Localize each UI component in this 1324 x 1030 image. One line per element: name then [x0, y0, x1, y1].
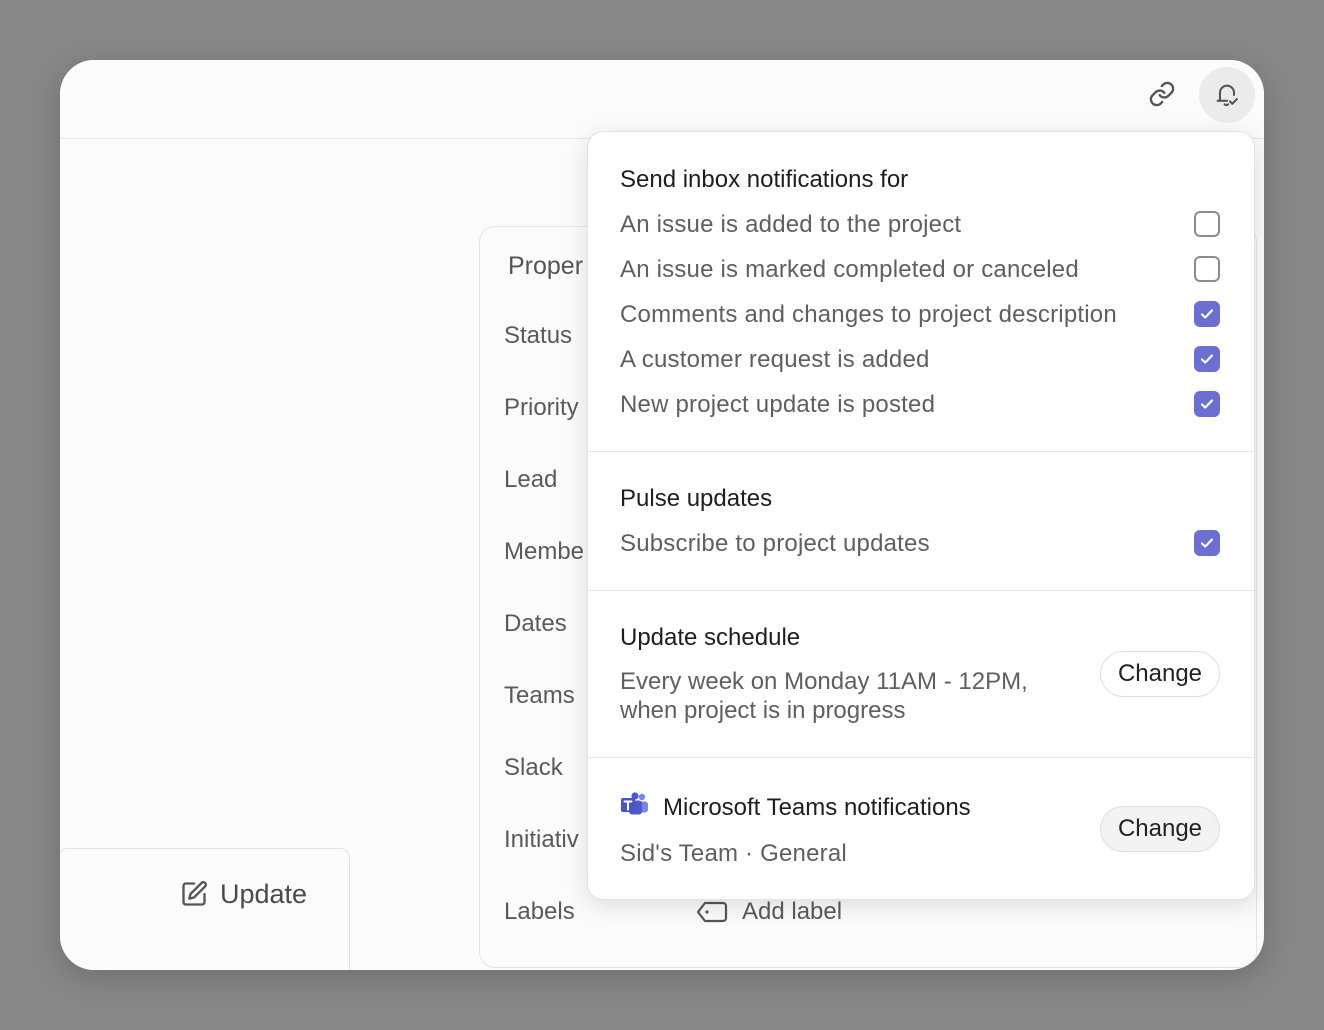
property-slack-label: Slack: [504, 754, 563, 781]
project-update-checkbox[interactable]: [1194, 391, 1220, 417]
inbox-notifications-title: Send inbox notifications for: [620, 166, 909, 193]
tag-icon: [696, 901, 728, 923]
property-teams-label: Teams: [504, 682, 575, 709]
issue-added-checkbox[interactable]: [1194, 211, 1220, 237]
checkmark-icon: [1200, 538, 1214, 548]
change-teams-button[interactable]: Change: [1100, 806, 1220, 852]
link-icon: [1149, 81, 1175, 107]
issue-completed-checkbox[interactable]: [1194, 256, 1220, 282]
compose-icon: [182, 881, 207, 906]
pulse-updates-title: Pulse updates: [620, 485, 773, 512]
notifications-button[interactable]: [1199, 67, 1255, 123]
section-divider: [588, 451, 1254, 452]
inbox-option-issue-completed: An issue is marked completed or canceled: [620, 256, 1079, 283]
inbox-option-project-update: New project update is posted: [620, 391, 936, 418]
add-label-text: Add label: [742, 898, 843, 925]
description-changes-checkbox[interactable]: [1194, 301, 1220, 327]
pulse-subscribe-checkbox[interactable]: [1194, 530, 1220, 556]
change-schedule-button[interactable]: Change: [1100, 651, 1220, 697]
property-members-label: Membe: [504, 538, 585, 565]
notification-settings-popover: Send inbox notifications for An issue is…: [587, 131, 1255, 900]
schedule-line-2: when project is in progress: [620, 697, 906, 724]
update-schedule-description: Every week on Monday 11AM - 12PM, when p…: [620, 667, 1080, 725]
update-label: Update: [220, 878, 308, 909]
schedule-line-1: Every week on Monday 11AM - 12PM,: [620, 668, 1028, 695]
project-window: Update Proper Status Priority Lead Membe…: [60, 60, 1264, 970]
inbox-option-description-changes: Comments and changes to project descript…: [620, 301, 1117, 328]
property-dates-label: Dates: [504, 610, 567, 637]
properties-title: Proper: [508, 252, 584, 280]
teams-channel-text: Sid's Team · General: [620, 840, 847, 867]
section-divider: [588, 590, 1254, 591]
property-priority-label: Priority: [504, 394, 579, 421]
property-lead-label: Lead: [504, 466, 558, 493]
bell-check-icon: [1216, 84, 1238, 107]
copy-link-button[interactable]: [1134, 66, 1190, 122]
checkmark-icon: [1200, 354, 1214, 364]
checkmark-icon: [1200, 399, 1214, 409]
add-label-button[interactable]: Add label: [696, 898, 842, 926]
section-divider: [588, 757, 1254, 758]
update-schedule-title: Update schedule: [620, 624, 801, 651]
customer-request-checkbox[interactable]: [1194, 346, 1220, 372]
top-bar: [60, 60, 1264, 139]
pulse-subscribe-option: Subscribe to project updates: [620, 530, 930, 557]
property-labels-label: Labels: [504, 898, 575, 925]
post-update-button[interactable]: Update: [180, 878, 307, 910]
property-initiatives-label: Initiativ: [504, 826, 579, 853]
inbox-option-customer-request: A customer request is added: [620, 346, 930, 373]
inbox-option-issue-added: An issue is added to the project: [620, 211, 962, 238]
teams-notifications-title: Microsoft Teams notifications: [663, 794, 971, 821]
property-status-label: Status: [504, 322, 573, 349]
checkmark-icon: [1200, 309, 1214, 319]
microsoft-teams-icon: [621, 792, 648, 815]
